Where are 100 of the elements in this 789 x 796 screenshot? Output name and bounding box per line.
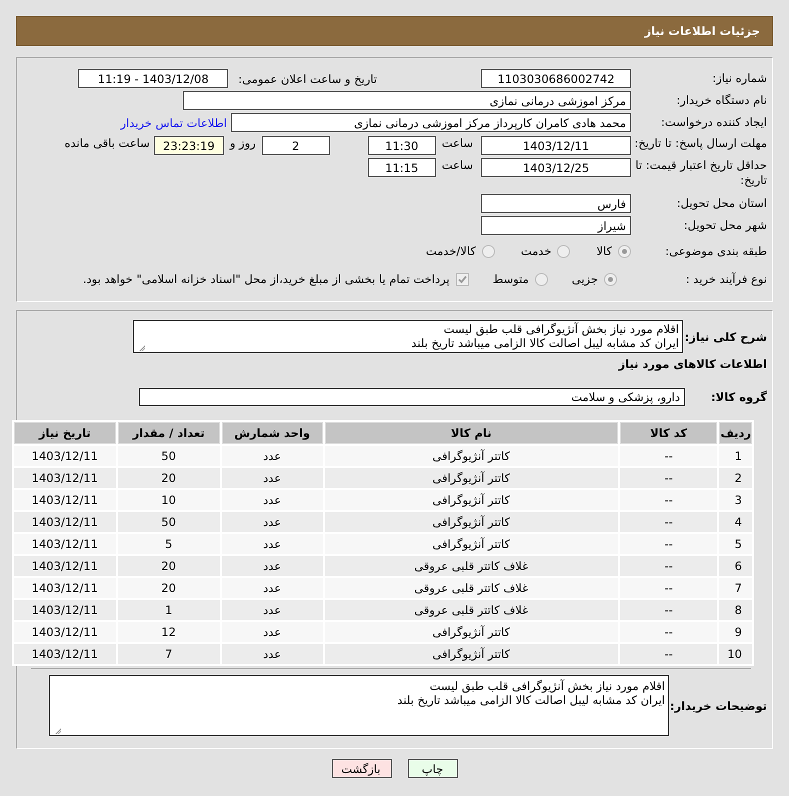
table-cell: 20 <box>118 556 220 576</box>
validity-date-field[interactable]: 1403/12/25 <box>481 158 631 177</box>
description-field[interactable]: اقلام مورد نیاز بخش آنژیوگرافی قلب طبق لیست ایران کد مشابه لیبل اصالت کالا الزامی میباشد تاریخ بلند <box>133 320 683 353</box>
option-label: متوسط <box>492 272 529 286</box>
table-cell: 1403/12/11 <box>14 534 116 554</box>
buyer-notes-field[interactable]: اقلام مورد نیاز بخش آنژیوگرافی قلب طبق لیست ایران کد مشابه لیبل اصالت کالا الزامی میباشد تاریخ بلند <box>49 675 669 736</box>
table-cell: 1403/12/11 <box>14 578 116 598</box>
remaining-time-field[interactable]: 23:23:19 <box>154 136 224 155</box>
table-cell: -- <box>620 578 718 598</box>
table-cell: 6 <box>719 556 752 576</box>
buyer-org-field[interactable]: مرکز اموزشی درمانی نمازی <box>183 91 631 110</box>
radio-button[interactable] <box>604 272 617 286</box>
table-cell: عدد <box>222 644 323 664</box>
table-cell: 7 <box>118 644 220 664</box>
field-label: روز و <box>230 136 256 150</box>
table-cell: 1403/12/11 <box>14 446 116 466</box>
table-cell: 1403/12/11 <box>14 644 116 664</box>
table-cell: -- <box>620 512 718 532</box>
field-label: ساعت باقی مانده <box>64 136 150 150</box>
table-cell: -- <box>620 600 718 620</box>
announce-date-field[interactable]: 1403/12/08 - 11:19 <box>78 69 228 88</box>
field-label: ساعت <box>442 136 473 150</box>
table-cell: کاتتر آنژیوگرافی <box>324 468 618 488</box>
field-label: نام دستگاه خریدار: <box>675 93 767 108</box>
table-cell: 1 <box>719 446 752 466</box>
goods-group-field[interactable]: دارو، پزشکی و سلامت <box>139 388 685 406</box>
section-title: اطلاعات کالاهای مورد نیاز <box>618 357 767 371</box>
deadline-time-field[interactable]: 11:30 <box>368 136 436 155</box>
field-label: گروه کالا: <box>710 390 768 404</box>
table-cell: 3 <box>719 490 752 510</box>
column-header: کد کالا <box>620 422 718 444</box>
field-label: استان محل تحویل: <box>676 196 767 211</box>
option-label: کالا <box>596 244 612 258</box>
table-cell: -- <box>620 644 718 664</box>
table-cell: 10 <box>719 644 752 664</box>
deadline-date-field[interactable]: 1403/12/11 <box>481 136 631 155</box>
print-button[interactable]: چاپ <box>408 759 458 778</box>
column-header: نام کالا <box>324 422 618 444</box>
field-label: حداقل تاریخ اعتبار قیمت: تا تاریخ: <box>634 158 767 188</box>
table-cell: 8 <box>719 600 752 620</box>
table-cell: 1 <box>118 600 220 620</box>
table-cell: 50 <box>118 446 220 466</box>
table-cell: 20 <box>118 578 220 598</box>
table-cell: 1403/12/11 <box>14 512 116 532</box>
table-cell: عدد <box>222 556 323 576</box>
field-label: شهر محل تحویل: <box>682 218 767 233</box>
table-cell: -- <box>620 622 718 642</box>
table-cell: عدد <box>222 622 323 642</box>
table-cell: 50 <box>118 512 220 532</box>
table-cell: عدد <box>222 578 323 598</box>
radio-button[interactable] <box>534 272 548 286</box>
field-label: ایجاد کننده درخواست: <box>660 115 767 130</box>
table-cell: عدد <box>222 490 323 510</box>
table-cell: کاتتر آنژیوگرافی <box>324 622 618 642</box>
buyer-contact-link[interactable]: اطلاعات تماس خریدار <box>120 116 227 130</box>
checkbox[interactable] <box>456 272 469 286</box>
table-cell: عدد <box>222 446 323 466</box>
table-cell: 4 <box>719 512 752 532</box>
table-cell: 1403/12/11 <box>14 468 116 488</box>
table-cell: 1403/12/11 <box>14 556 116 576</box>
table-cell: عدد <box>222 468 323 488</box>
back-button[interactable]: بازگشت <box>332 759 392 778</box>
requester-field[interactable]: محمد هادی کامران کارپرداز مرکز اموزشی درمانی نمازی <box>231 113 631 132</box>
table-cell: کاتتر آنژیوگرافی <box>324 490 618 510</box>
option-label: جزیی <box>572 272 598 286</box>
table-cell: کاتتر آنژیوگرافی <box>324 512 618 532</box>
column-header: واحد شمارش <box>222 422 323 444</box>
city-field[interactable]: شیراز <box>481 216 631 235</box>
table-cell: غلاف کاتتر قلبی عروقی <box>324 600 618 620</box>
table-cell: -- <box>620 556 718 576</box>
field-label: ساعت <box>442 158 473 172</box>
radio-button[interactable] <box>482 244 495 258</box>
table-cell: عدد <box>222 534 323 554</box>
validity-time-field[interactable]: 11:15 <box>368 158 436 177</box>
table-cell: -- <box>620 534 718 554</box>
table-cell: غلاف کاتتر قلبی عروقی <box>324 556 618 576</box>
table-cell: -- <box>620 446 718 466</box>
table-cell: 5 <box>719 534 752 554</box>
field-label: طبقه بندی موضوعی: <box>664 244 767 258</box>
table-cell: کاتتر آنژیوگرافی <box>324 644 618 664</box>
need-number-field[interactable]: 1103030686002742 <box>481 69 631 88</box>
table-cell: 9 <box>719 622 752 642</box>
field-label: مهلت ارسال پاسخ: تا تاریخ: <box>633 136 767 151</box>
days-field[interactable]: 2 <box>262 136 330 155</box>
table-cell: عدد <box>222 512 323 532</box>
option-label: خدمت <box>520 244 552 258</box>
table-cell: کاتتر آنژیوگرافی <box>324 534 618 554</box>
field-label: نوع فرآیند خرید : <box>684 272 767 286</box>
table-cell: 1403/12/11 <box>14 600 116 620</box>
radio-button[interactable] <box>618 244 631 258</box>
option-label: کالا/خدمت <box>426 244 476 258</box>
table-cell: 5 <box>118 534 220 554</box>
radio-button[interactable] <box>557 244 570 258</box>
column-header: تعداد / مقدار <box>118 422 220 444</box>
payment-note: پرداخت تمام یا بخشی از مبلغ خرید،از محل "اسناد خزانه اسلامی" خواهد بود. <box>82 272 450 286</box>
field-label: شماره نیاز: <box>711 71 767 86</box>
table-cell: -- <box>620 468 718 488</box>
table-cell: 1403/12/11 <box>14 490 116 510</box>
province-field[interactable]: فارس <box>481 194 631 213</box>
table-cell: -- <box>620 490 718 510</box>
